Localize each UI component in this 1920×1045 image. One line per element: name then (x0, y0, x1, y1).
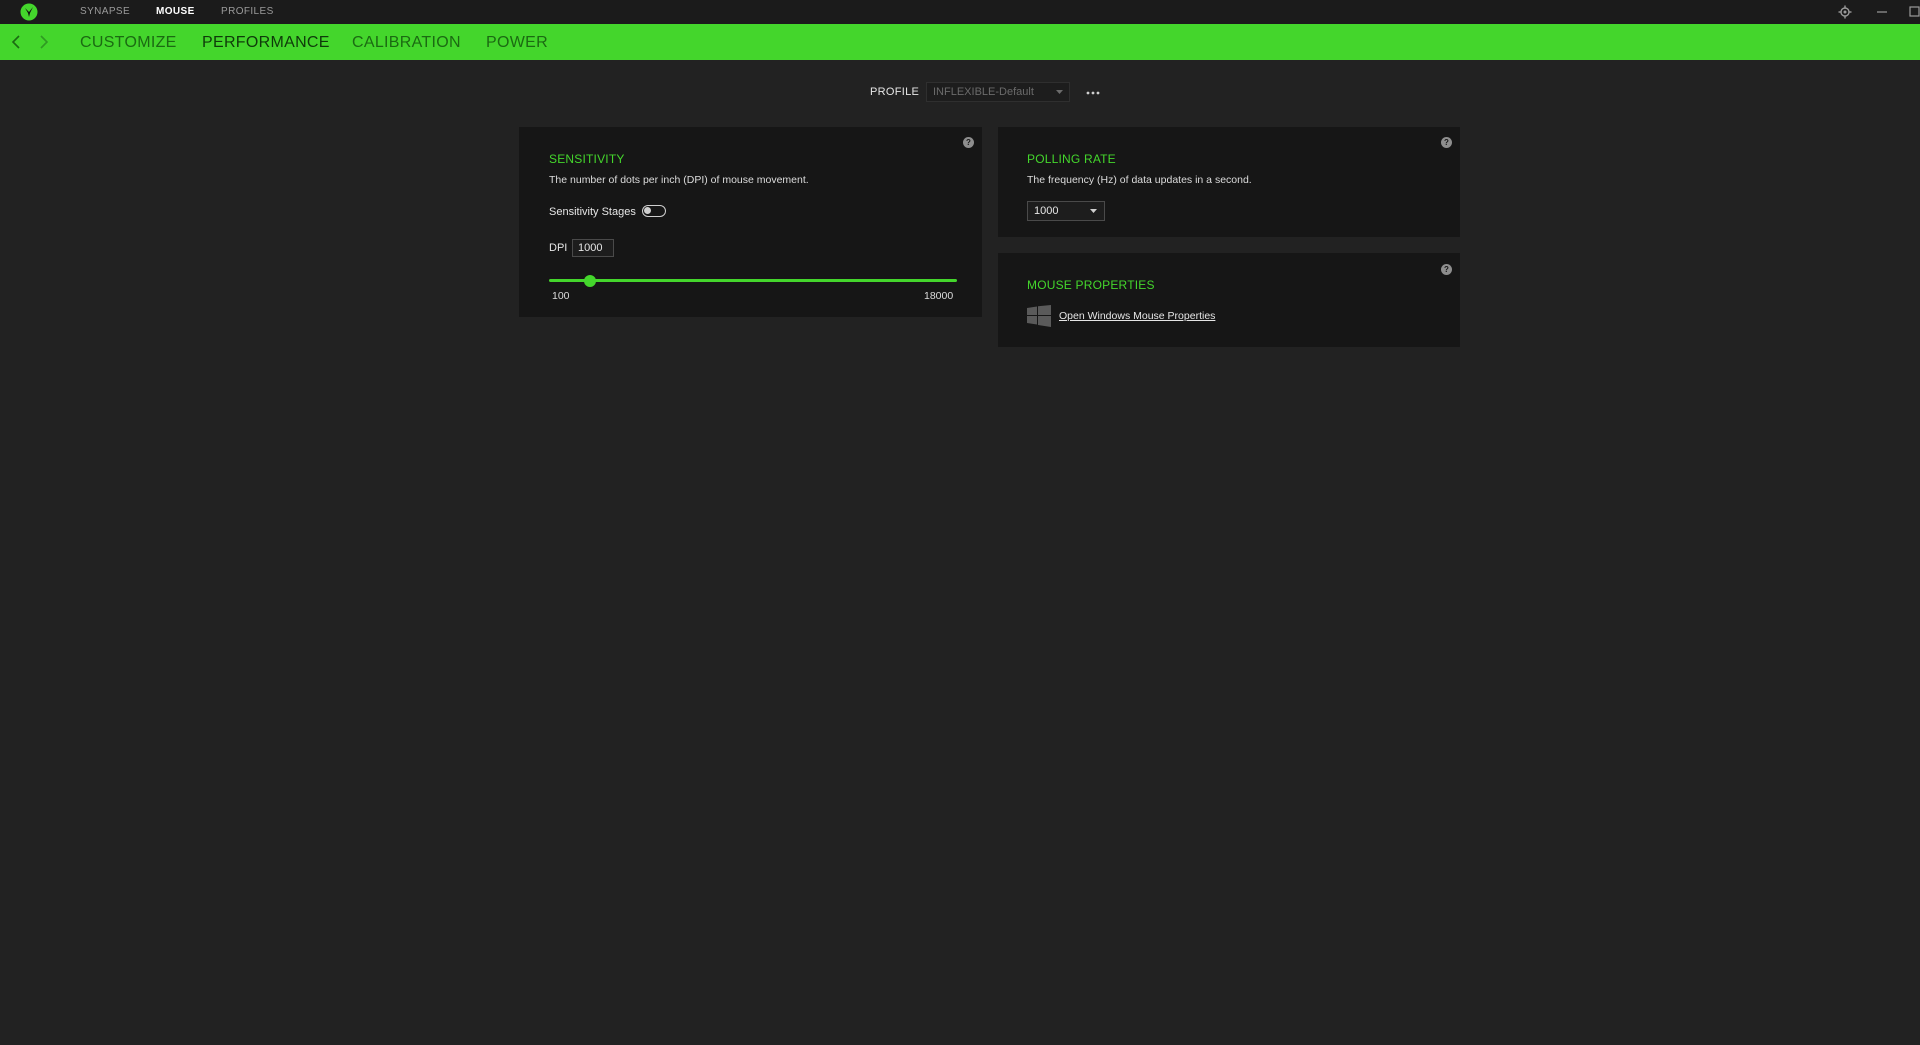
topnav-profiles[interactable]: PROFILES (221, 0, 274, 24)
tab-calibration[interactable]: CALIBRATION (352, 24, 461, 60)
chevron-down-icon (1090, 209, 1097, 213)
chevron-down-icon (1056, 90, 1063, 94)
tab-customize[interactable]: CUSTOMIZE (80, 24, 177, 60)
forward-arrow-icon[interactable] (37, 33, 51, 51)
mouse-properties-title: MOUSE PROPERTIES (1027, 278, 1155, 292)
sensitivity-title: SENSITIVITY (549, 152, 625, 166)
help-icon[interactable]: ? (1441, 137, 1452, 148)
topnav-synapse[interactable]: SYNAPSE (80, 0, 130, 24)
tab-bar: CUSTOMIZE PERFORMANCE CALIBRATION POWER (0, 24, 1920, 60)
help-icon[interactable]: ? (963, 137, 974, 148)
dpi-input[interactable]: 1000 (572, 239, 614, 257)
dpi-slider-handle[interactable] (583, 275, 596, 287)
dpi-label: DPI (549, 242, 568, 254)
sensitivity-stages-label: Sensitivity Stages (549, 206, 636, 218)
maximize-icon[interactable] (1909, 4, 1920, 20)
profile-dropdown[interactable]: INFLEXIBLE-Default (926, 82, 1070, 102)
topnav-mouse[interactable]: MOUSE (156, 0, 195, 24)
settings-gear-icon[interactable] (1837, 4, 1853, 20)
minimize-icon[interactable] (1874, 4, 1890, 20)
sensitivity-stages-toggle[interactable] (642, 205, 666, 217)
dpi-max-label: 18000 (924, 290, 954, 302)
sensitivity-description: The number of dots per inch (DPI) of mou… (549, 174, 809, 186)
polling-rate-description: The frequency (Hz) of data updates in a … (1027, 174, 1252, 186)
razer-logo-icon[interactable] (20, 3, 38, 21)
open-mouse-properties-link[interactable]: Open Windows Mouse Properties (1059, 310, 1215, 322)
tab-performance[interactable]: PERFORMANCE (202, 24, 330, 60)
polling-rate-panel: ? POLLING RATE The frequency (Hz) of dat… (998, 127, 1460, 237)
sensitivity-panel: ? SENSITIVITY The number of dots per inc… (519, 127, 982, 317)
dpi-min-label: 100 (552, 290, 570, 302)
polling-rate-dropdown[interactable]: 1000 (1027, 201, 1105, 221)
profile-selected-value: INFLEXIBLE-Default (933, 86, 1034, 98)
polling-rate-title: POLLING RATE (1027, 152, 1116, 166)
back-arrow-icon[interactable] (9, 33, 23, 51)
profile-label: PROFILE (870, 86, 920, 98)
mouse-properties-panel: ? MOUSE PROPERTIES Open Windows Mouse Pr… (998, 253, 1460, 347)
tab-power[interactable]: POWER (486, 24, 548, 60)
toggle-knob (644, 207, 651, 214)
more-options-icon[interactable] (1084, 84, 1102, 100)
title-bar: SYNAPSE MOUSE PROFILES (0, 0, 1920, 24)
help-icon[interactable]: ? (1441, 264, 1452, 275)
dpi-slider-track[interactable] (549, 279, 957, 282)
polling-rate-value: 1000 (1034, 205, 1059, 217)
windows-logo-icon (1027, 305, 1051, 327)
